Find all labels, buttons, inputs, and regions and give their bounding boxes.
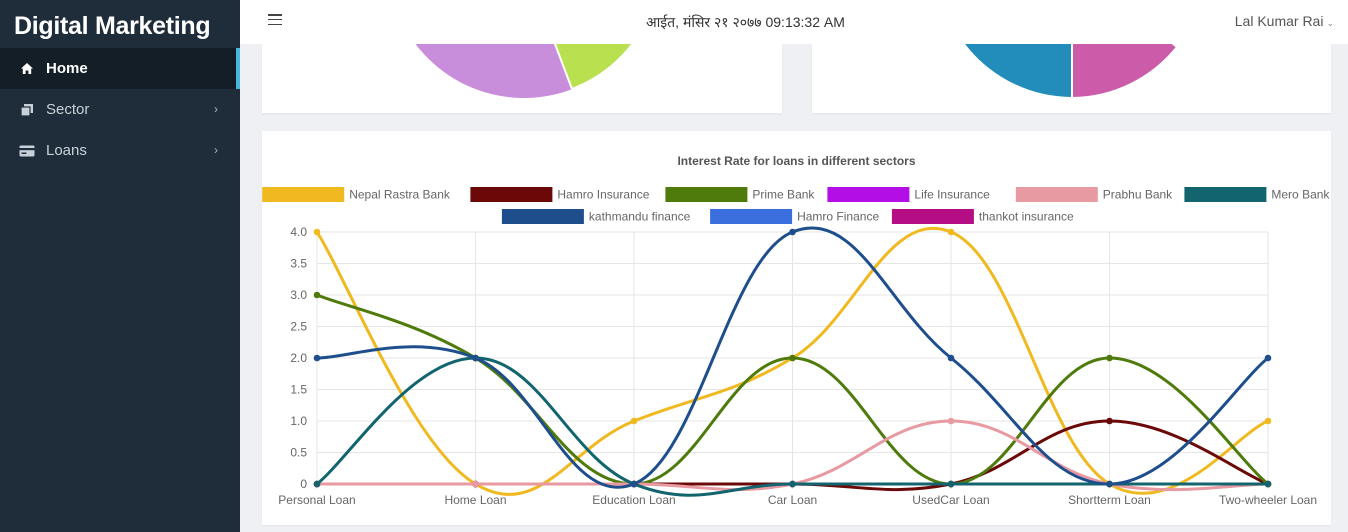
chevron-down-icon: ⌄ — [1326, 18, 1334, 28]
data-point — [947, 228, 955, 236]
x-tick-label: Personal Loan — [278, 493, 355, 507]
data-point — [1106, 480, 1113, 488]
data-point — [630, 480, 638, 488]
data-point — [313, 354, 321, 362]
y-tick-label: 0.5 — [290, 446, 307, 460]
data-point — [630, 417, 638, 425]
legend-swatch — [1015, 187, 1098, 202]
x-tick-label: UsedCar Loan — [912, 493, 989, 507]
data-point — [313, 228, 321, 236]
y-tick-label: 1.0 — [290, 414, 307, 428]
home-icon — [18, 61, 36, 77]
data-point — [947, 417, 955, 425]
x-tick-label: Shortterm Loan — [1068, 493, 1151, 507]
line-chart-card: Interest Rate for loans in different sec… — [262, 131, 1331, 525]
y-tick-label: 4.0 — [290, 225, 307, 239]
chevron-right-icon: › — [214, 143, 218, 157]
pie-chart-card — [812, 44, 1331, 113]
sidebar: Digital Marketing Home Sector › Loans › — [0, 0, 240, 532]
data-point — [1264, 480, 1272, 488]
legend-label: Prabhu Bank — [1103, 188, 1173, 202]
legend-swatch — [470, 187, 553, 202]
legend-swatch — [891, 209, 974, 224]
legend-label: Nepal Rastra Bank — [349, 188, 451, 202]
pie-chart — [962, 44, 1179, 100]
x-tick-label: Car Loan — [768, 493, 817, 507]
data-point — [789, 354, 796, 362]
y-tick-label: 2.5 — [290, 320, 307, 334]
line-chart: Nepal Rastra Bank Hamro Insurance Prime Ba… — [262, 187, 1330, 507]
data-point — [472, 480, 479, 488]
sidebar-item-home[interactable]: Home — [0, 48, 240, 89]
copy-icon — [18, 102, 36, 118]
data-point — [789, 228, 796, 236]
card-icon — [18, 143, 36, 159]
x-tick-label: Two-wheeler Loan — [1219, 493, 1317, 507]
y-tick-label: 2.0 — [290, 351, 307, 365]
legend-label: Mero Bank — [1271, 188, 1330, 202]
data-point — [472, 354, 479, 362]
sidebar-item-label: Sector — [46, 101, 90, 118]
legend-swatch — [501, 209, 584, 224]
chevron-right-icon: › — [214, 102, 218, 116]
legend-swatch — [827, 187, 910, 202]
data-point — [1264, 417, 1272, 425]
data-point — [789, 480, 796, 488]
x-tick-label: Education Loan — [592, 493, 675, 507]
pie-chart-card — [262, 44, 782, 113]
y-tick-label: 3.0 — [290, 288, 307, 302]
legend-label: thankot insurance — [979, 210, 1074, 224]
current-datetime: आईत, मंसिर २१ २०७७ 09:13:32 AM — [646, 14, 845, 30]
user-menu[interactable]: Lal Kumar Rai ⌄ — [1235, 13, 1334, 29]
y-tick-label: 1.5 — [290, 383, 307, 397]
data-point — [1106, 417, 1113, 425]
legend-label: Hamro Insurance — [557, 188, 649, 202]
legend-swatch — [710, 209, 793, 224]
data-point — [313, 291, 321, 299]
legend-label: Prime Bank — [752, 188, 815, 202]
hamburger-menu-icon[interactable] — [268, 14, 282, 26]
y-tick-label: 0 — [300, 477, 307, 491]
data-point — [1106, 354, 1113, 362]
sidebar-item-label: Loans — [46, 142, 87, 159]
legend-swatch — [1184, 187, 1267, 202]
legend-swatch — [262, 187, 345, 202]
top-bar: आईत, मंसिर २१ २०७७ 09:13:32 AM Lal Kumar… — [240, 0, 1348, 44]
user-name: Lal Kumar Rai — [1234, 13, 1324, 29]
pie-chart — [415, 44, 634, 98]
sidebar-item-loans[interactable]: Loans › — [0, 130, 240, 171]
legend-label: Life Insurance — [914, 188, 990, 202]
legend-label: Hamro Finance — [797, 210, 879, 224]
legend-swatch — [665, 187, 748, 202]
legend-label: kathmandu finance — [589, 210, 691, 224]
sidebar-item-label: Home — [46, 60, 88, 77]
app-title: Digital Marketing — [0, 0, 240, 48]
x-tick-label: Home Loan — [444, 493, 506, 507]
data-point — [313, 480, 321, 488]
data-point — [947, 480, 955, 488]
data-point — [947, 354, 955, 362]
pie-slice — [1071, 44, 1179, 100]
data-point — [1264, 354, 1272, 362]
sidebar-item-sector[interactable]: Sector › — [0, 89, 240, 130]
pie-slice — [962, 44, 1073, 100]
y-tick-label: 3.5 — [290, 257, 307, 271]
